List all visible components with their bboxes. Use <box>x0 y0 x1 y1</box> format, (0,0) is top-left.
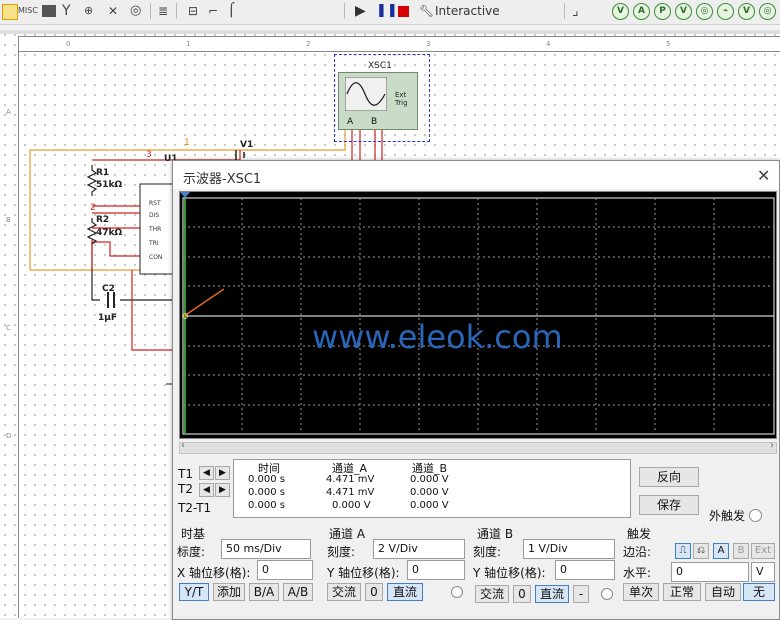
t2-channel-b: 0.000 V <box>410 487 449 498</box>
r1-name[interactable]: R1 <box>96 168 109 178</box>
channel-b-title: 通道 B <box>477 527 514 541</box>
t2-t1-time: 0.000 s <box>248 500 286 511</box>
u1-pin-thr: THR <box>149 226 162 233</box>
scope-scrollbar[interactable]: ‹ › <box>179 440 777 454</box>
xsc1-channel-b-terminal[interactable]: B <box>371 117 377 127</box>
channel-a-scale-field[interactable]: 2 V/Div <box>373 539 465 559</box>
trigger-source-ext-button[interactable]: Ext <box>751 543 775 559</box>
ext-trigger-label: 外触发 <box>709 509 746 523</box>
trigger-title: 触发 <box>627 527 652 541</box>
yt-button[interactable]: Y/T <box>179 583 209 601</box>
ext-trigger-terminal-icon[interactable] <box>749 509 762 522</box>
save-button[interactable]: 保存 <box>639 495 699 515</box>
watermark-text: www.eleok.com <box>312 318 563 356</box>
timebase-x-pos-label: X 轴位移(格): <box>177 566 251 580</box>
cursor-readout-table: 时间 通道_A 通道_B 0.000 s 4.471 mV 0.000 V 0.… <box>233 459 631 518</box>
xsc1-screen-wave <box>345 77 387 111</box>
trigger-none-button[interactable]: 无 <box>743 583 775 601</box>
r2-value: 47kΩ <box>96 228 123 238</box>
t1-right-arrow-icon[interactable]: ▶ <box>215 466 230 480</box>
scroll-right-icon[interactable]: › <box>770 440 774 451</box>
channel-a-y-pos-field[interactable]: 0 <box>407 560 465 580</box>
t1-time: 0.000 s <box>248 474 286 485</box>
t2-t1-label: T2-T1 <box>178 501 212 515</box>
t1-left-arrow-icon[interactable]: ◀ <box>199 466 214 480</box>
trigger-source-a-button[interactable]: A <box>713 543 729 559</box>
u1-pin-con: CON <box>149 254 163 261</box>
timebase-scale-field[interactable]: 50 ms/Div <box>221 539 311 559</box>
scope-display[interactable]: www.eleok.com <box>179 191 777 439</box>
u1-pin-rst: RST <box>149 200 161 207</box>
t2-right-arrow-icon[interactable]: ▶ <box>215 483 230 497</box>
ab-button[interactable]: A/B <box>283 583 313 601</box>
channel-b-y-pos-field[interactable]: 0 <box>555 560 615 580</box>
channel-a-terminal-icon[interactable] <box>451 586 463 598</box>
xsc1-ext-trig: Ext Trig <box>395 91 408 107</box>
channel-a-y-pos-label: Y 轴位移(格): <box>327 566 400 580</box>
trigger-source-b-button[interactable]: B <box>733 543 749 559</box>
u1-pin-dis: DIS <box>149 212 160 219</box>
r1-value: 51kΩ <box>96 180 123 190</box>
node-3-label: 3 <box>146 150 152 160</box>
channel-a-title: 通道 A <box>329 527 366 541</box>
oscilloscope-titlebar[interactable]: 示波器-XSC1 ✕ <box>173 161 779 189</box>
channel-b-dc-button[interactable]: 直流 <box>535 585 569 603</box>
scope-grid <box>180 192 775 435</box>
channel-b-terminal-icon[interactable] <box>601 588 613 600</box>
node-2-label: 2 <box>90 203 96 213</box>
timebase-scale-label: 标度: <box>177 545 206 559</box>
timebase-x-pos-field[interactable]: 0 <box>257 560 313 580</box>
channel-b-invert-button[interactable]: - <box>573 585 589 603</box>
trigger-level-field[interactable]: 0 <box>671 562 749 582</box>
close-icon[interactable]: ✕ <box>757 166 770 185</box>
u1-pin-tri: TRI <box>149 240 159 247</box>
channel-a-ac-button[interactable]: 交流 <box>327 583 361 601</box>
channel-b-ac-button[interactable]: 交流 <box>475 585 509 603</box>
timebase-title: 时基 <box>181 527 206 541</box>
t2-channel-a: 4.471 mV <box>326 487 375 498</box>
t1-label: T1 <box>178 467 193 481</box>
xsc1-channel-a-terminal[interactable]: A <box>347 117 353 127</box>
r2-name[interactable]: R2 <box>96 215 109 225</box>
channel-a-zero-button[interactable]: 0 <box>365 583 383 601</box>
channel-a-scale-label: 刻度: <box>327 545 356 559</box>
channel-b-scale-field[interactable]: 1 V/Div <box>523 539 615 559</box>
trigger-edge-label: 边沿: <box>623 545 652 559</box>
t2-left-arrow-icon[interactable]: ◀ <box>199 483 214 497</box>
rising-edge-icon[interactable]: ⎍ <box>675 543 691 559</box>
falling-edge-icon[interactable]: ⎌ <box>693 543 709 559</box>
ba-button[interactable]: B/A <box>249 583 279 601</box>
v1-label[interactable]: V1 <box>240 140 253 150</box>
oscilloscope-window: 示波器-XSC1 ✕ www.eleok.com ‹ › T1 T2 T2-T1… <box>172 160 780 620</box>
channel-b-y-pos-label: Y 轴位移(格): <box>473 566 546 580</box>
oscilloscope-title: 示波器-XSC1 <box>183 172 262 187</box>
trigger-level-unit[interactable]: V <box>751 562 775 582</box>
t1-channel-b: 0.000 V <box>410 474 449 485</box>
t2-label: T2 <box>178 482 193 496</box>
node-1-label: 1 <box>184 138 190 148</box>
trigger-auto-button[interactable]: 自动 <box>705 583 741 601</box>
xsc1-instrument[interactable]: Ext Trig A B <box>338 72 418 130</box>
scroll-left-icon[interactable]: ‹ <box>181 440 185 451</box>
add-button[interactable]: 添加 <box>213 583 245 601</box>
t2-t1-channel-a: 0.000 V <box>332 500 371 511</box>
reverse-button[interactable]: 反向 <box>639 467 699 487</box>
t2-time: 0.000 s <box>248 487 286 498</box>
trigger-single-button[interactable]: 单次 <box>623 583 659 601</box>
channel-b-zero-button[interactable]: 0 <box>513 585 531 603</box>
trigger-level-label: 水平: <box>623 566 652 580</box>
xsc1-label[interactable]: XSC1 <box>368 61 392 71</box>
channel-b-scale-label: 刻度: <box>473 545 502 559</box>
trigger-normal-button[interactable]: 正常 <box>663 583 701 601</box>
c2-value: 1µF <box>98 313 118 323</box>
c2-name[interactable]: C2 <box>102 284 115 294</box>
t2-t1-channel-b: 0.000 V <box>410 500 449 511</box>
channel-a-dc-button[interactable]: 直流 <box>387 583 423 601</box>
t1-channel-a: 4.471 mV <box>326 474 375 485</box>
